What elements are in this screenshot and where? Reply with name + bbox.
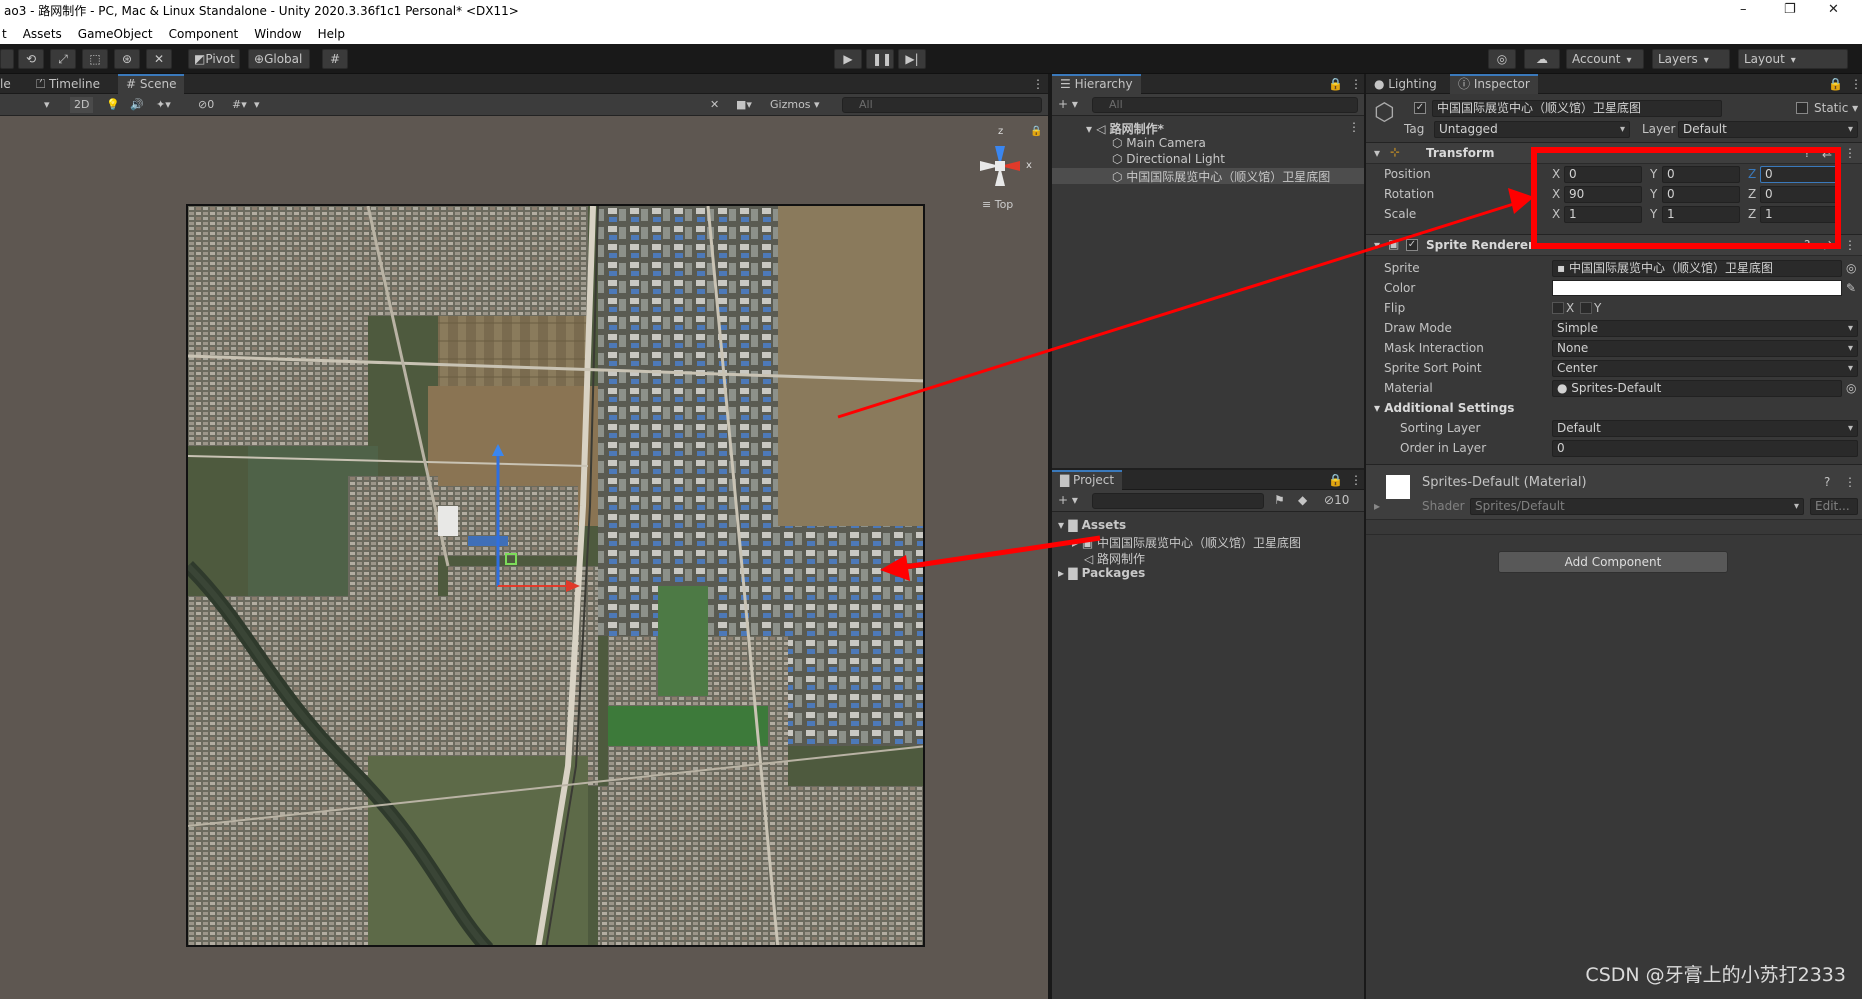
annotation-arrow-line-upper bbox=[837, 200, 1521, 419]
annotation-arrowhead-lower bbox=[880, 555, 910, 581]
annotation-arrows bbox=[837, 188, 1534, 581]
annotation-arrowhead-upper bbox=[1508, 188, 1534, 214]
annotation-arrow-line-lower bbox=[897, 535, 1101, 571]
csdn-watermark: CSDN @牙膏上的小苏打2333 bbox=[1585, 964, 1846, 986]
unity-editor-window: { "window": {"title": "ao3 - 路网制作 - PC, … bbox=[0, 0, 1862, 999]
